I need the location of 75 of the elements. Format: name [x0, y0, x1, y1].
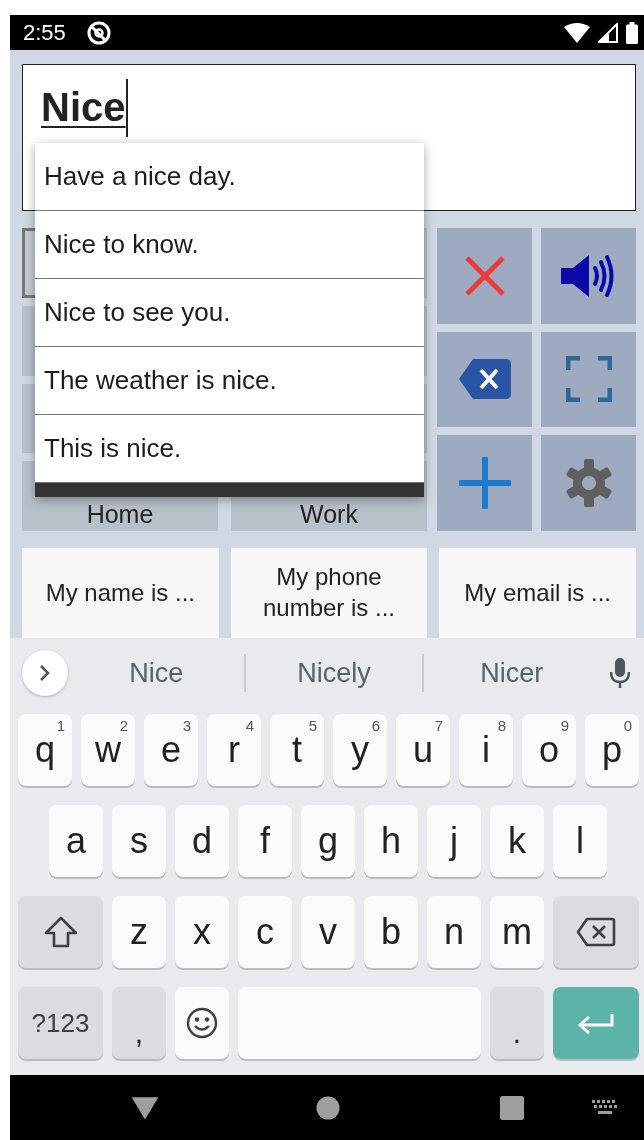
- backspace-button[interactable]: [437, 331, 532, 428]
- letter-key[interactable]: t 5: [270, 714, 324, 786]
- key-hint: 0: [623, 718, 632, 734]
- letter-key[interactable]: b: [364, 896, 418, 968]
- phrase-tile[interactable]: My phone number is ...: [230, 548, 428, 638]
- emoji-key[interactable]: [175, 987, 229, 1059]
- letter-key[interactable]: n: [427, 896, 481, 968]
- key-hint: 1: [56, 718, 65, 734]
- speak-button[interactable]: [541, 228, 636, 324]
- word-suggestion[interactable]: Nicely: [245, 657, 423, 689]
- suggestion-item[interactable]: Have a nice day.: [35, 143, 424, 211]
- letter-key[interactable]: i 8: [459, 714, 513, 786]
- letter-key[interactable]: j: [427, 805, 481, 877]
- recents-icon[interactable]: [500, 1095, 524, 1120]
- battery-icon: [626, 21, 638, 44]
- back-icon[interactable]: [132, 1096, 158, 1119]
- letter-key[interactable]: c: [238, 896, 292, 968]
- letter-key[interactable]: q 1: [18, 714, 72, 786]
- key-hint: 9: [560, 718, 569, 734]
- letter-key[interactable]: x: [175, 896, 229, 968]
- letter-key[interactable]: v: [301, 896, 355, 968]
- signal-icon: [598, 22, 618, 43]
- wifi-icon: [564, 22, 590, 43]
- key-hint: 8: [497, 718, 506, 734]
- phrase-tile[interactable]: My name is ...: [22, 548, 219, 638]
- letter-key[interactable]: r 4: [207, 714, 261, 786]
- word-suggestion[interactable]: Nice: [68, 657, 245, 689]
- key-hint: 6: [371, 718, 380, 734]
- chevron-right-icon: [39, 664, 51, 682]
- letter-key[interactable]: p 0: [585, 714, 639, 786]
- backspace-icon: [576, 917, 616, 947]
- fullscreen-icon: [565, 356, 612, 403]
- enter-icon: [577, 1012, 615, 1034]
- letter-key[interactable]: u 7: [396, 714, 450, 786]
- letter-key[interactable]: a: [49, 805, 103, 877]
- letter-key[interactable]: e 3: [144, 714, 198, 786]
- keyboard-icon[interactable]: [592, 1099, 618, 1116]
- letter-key[interactable]: s: [112, 805, 166, 877]
- symbols-key[interactable]: ?123: [18, 987, 103, 1059]
- letter-key[interactable]: m: [490, 896, 544, 968]
- suggestion-item[interactable]: The weather is nice.: [35, 347, 424, 415]
- shift-icon: [43, 916, 78, 948]
- phrase-tile[interactable]: My email is ...: [439, 548, 636, 638]
- letter-key[interactable]: l: [553, 805, 607, 877]
- letter-key[interactable]: o 9: [522, 714, 576, 786]
- key-hint: 7: [434, 718, 443, 734]
- fullscreen-button[interactable]: [541, 331, 636, 428]
- close-icon: [462, 253, 507, 298]
- suggestion-item[interactable]: Nice to see you.: [35, 279, 424, 347]
- suggestion-item[interactable]: Nice to know.: [35, 211, 424, 279]
- letter-key[interactable]: h: [364, 805, 418, 877]
- settings-button[interactable]: [541, 435, 636, 531]
- key-hint: 4: [245, 718, 254, 734]
- letter-key[interactable]: z: [112, 896, 166, 968]
- word-suggestion[interactable]: Nicer: [423, 657, 600, 689]
- punctuation-key[interactable]: ,: [112, 987, 166, 1059]
- clock-time: 2:55: [23, 19, 66, 46]
- notification-icon: [85, 19, 112, 46]
- letter-key[interactable]: g: [301, 805, 355, 877]
- backspace-key[interactable]: [553, 896, 639, 968]
- plus-icon: [458, 457, 511, 510]
- backspace-icon: [458, 359, 511, 400]
- letter-key[interactable]: f: [238, 805, 292, 877]
- letter-key[interactable]: y 6: [333, 714, 387, 786]
- smiley-icon: [186, 1007, 218, 1039]
- microphone-icon[interactable]: [610, 658, 630, 688]
- home-icon[interactable]: [316, 1095, 340, 1120]
- letter-key[interactable]: w 2: [81, 714, 135, 786]
- shift-key[interactable]: [18, 896, 103, 968]
- key-hint: 5: [308, 718, 317, 734]
- key-hint: 2: [119, 718, 128, 734]
- letter-key[interactable]: d: [175, 805, 229, 877]
- letter-key[interactable]: k: [490, 805, 544, 877]
- punctuation-key[interactable]: .: [490, 987, 544, 1059]
- key-hint: 3: [182, 718, 191, 734]
